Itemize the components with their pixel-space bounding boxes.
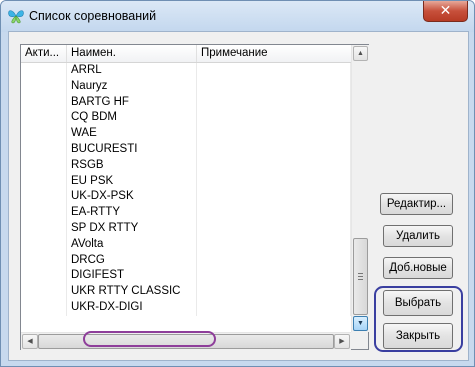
cell-note — [197, 63, 351, 79]
add-new-button[interactable]: Доб.новые — [383, 257, 453, 279]
list-row[interactable]: BUCURESTI — [21, 141, 351, 158]
scroll-left-button[interactable]: ◀ — [22, 334, 38, 349]
cell-note — [197, 78, 351, 95]
close-window-button[interactable]: ✕ — [423, 1, 468, 22]
list-row[interactable]: Nauryz — [21, 78, 351, 95]
cell-active — [21, 63, 67, 79]
vertical-scroll-thumb[interactable] — [353, 238, 368, 315]
column-header-active[interactable]: Акти... — [21, 45, 67, 62]
cell-active — [21, 252, 67, 269]
cell-name: CQ BDM — [67, 110, 197, 127]
column-header-note[interactable]: Примечание — [197, 45, 351, 62]
list-row[interactable]: ARRL — [21, 63, 351, 79]
cell-name: EU PSK — [67, 173, 197, 190]
grip-line — [358, 276, 363, 277]
cell-note — [197, 141, 351, 158]
chevron-down-icon: ▼ — [357, 320, 364, 327]
cell-name: SP DX RTTY — [67, 220, 197, 237]
list-row[interactable]: UKR-DX-DIGI — [21, 299, 351, 316]
cell-note — [197, 110, 351, 127]
cell-active — [21, 189, 67, 206]
cell-note — [197, 173, 351, 190]
cell-active — [21, 78, 67, 95]
list-row[interactable]: CQ BDM — [21, 110, 351, 127]
select-button[interactable]: Выбрать — [383, 290, 453, 316]
cell-name: BARTG HF — [67, 94, 197, 111]
cell-active — [21, 220, 67, 237]
list-rows: ARRL Nauryz BARTG HF CQ BDM WAE BUCURESTI RSGB… — [21, 63, 351, 331]
cell-active — [21, 268, 67, 285]
cell-active — [21, 126, 67, 142]
cell-note — [197, 126, 351, 142]
list-row[interactable]: DRCG — [21, 252, 351, 269]
cell-name: AVolta — [67, 236, 197, 253]
cell-note — [197, 284, 351, 300]
delete-button[interactable]: Удалить — [383, 225, 453, 247]
list-row[interactable]: AVolta — [21, 236, 351, 253]
cell-note — [197, 205, 351, 221]
cell-note — [197, 157, 351, 174]
cell-note — [197, 220, 351, 237]
contest-list-window: Список соревнований ✕ Акти... Наимен. Пр… — [0, 0, 475, 367]
list-header: Акти... Наимен. Примечание — [21, 45, 351, 63]
close-button[interactable]: Закрыть — [383, 323, 453, 349]
close-icon: ✕ — [439, 3, 452, 19]
cell-active — [21, 299, 67, 316]
cell-note — [197, 189, 351, 206]
cell-note — [197, 94, 351, 111]
list-row[interactable]: SP DX RTTY — [21, 220, 351, 237]
window-title: Список соревнований — [29, 9, 157, 23]
vertical-scrollbar[interactable]: ▲ ▼ — [351, 45, 369, 332]
edit-button[interactable]: Редактир... — [380, 193, 453, 215]
list-row[interactable]: BARTG HF — [21, 94, 351, 111]
contest-list[interactable]: Акти... Наимен. Примечание ARRL Nauryz BAR… — [20, 44, 369, 350]
chevron-right-icon: ▶ — [339, 338, 345, 345]
cell-note — [197, 252, 351, 269]
cell-active — [21, 141, 67, 158]
scroll-up-button[interactable]: ▲ — [353, 46, 368, 61]
cell-name: DIGIFEST — [67, 268, 197, 285]
scroll-down-button[interactable]: ▼ — [353, 316, 368, 331]
cell-active — [21, 205, 67, 221]
list-row[interactable]: EA-RTTY — [21, 205, 351, 221]
list-row[interactable]: EU PSK — [21, 173, 351, 190]
cell-active — [21, 173, 67, 190]
cell-name: BUCURESTI — [67, 141, 197, 158]
list-row[interactable]: RSGB — [21, 157, 351, 174]
list-row[interactable]: UKR RTTY CLASSIC — [21, 284, 351, 300]
cell-active — [21, 94, 67, 111]
list-row[interactable]: WAE — [21, 126, 351, 142]
cell-name: UKR-DX-DIGI — [67, 299, 197, 316]
title-bar[interactable]: Список соревнований ✕ — [1, 1, 474, 32]
cell-active — [21, 110, 67, 127]
dialog-body: Акти... Наимен. Примечание ARRL Nauryz BAR… — [8, 31, 469, 361]
grip-line — [358, 279, 363, 280]
chevron-up-icon: ▲ — [357, 50, 364, 57]
list-row[interactable]: UK-DX-PSK — [21, 189, 351, 206]
cell-name: Nauryz — [67, 78, 197, 95]
cell-active — [21, 284, 67, 300]
cell-name: WAE — [67, 126, 197, 142]
chevron-left-icon: ◀ — [27, 338, 33, 345]
cell-note — [197, 299, 351, 316]
cell-name: DRCG — [67, 252, 197, 269]
cell-active — [21, 157, 67, 174]
cell-name: ARRL — [67, 63, 197, 79]
scroll-right-button[interactable]: ▶ — [334, 334, 350, 349]
column-header-name[interactable]: Наимен. — [67, 45, 197, 62]
cell-name: RSGB — [67, 157, 197, 174]
cell-name: UK-DX-PSK — [67, 189, 197, 206]
horizontal-scroll-thumb[interactable] — [38, 334, 334, 349]
cell-name: EA-RTTY — [67, 205, 197, 221]
cell-name: UKR RTTY CLASSIC — [67, 284, 197, 300]
cell-note — [197, 268, 351, 285]
list-row[interactable]: DIGIFEST — [21, 268, 351, 285]
butterfly-icon — [8, 10, 24, 24]
cell-note — [197, 236, 351, 253]
grip-line — [358, 273, 363, 274]
scroll-corner — [351, 332, 368, 349]
horizontal-scrollbar[interactable]: ◀ ▶ — [21, 332, 351, 350]
cell-active — [21, 236, 67, 253]
